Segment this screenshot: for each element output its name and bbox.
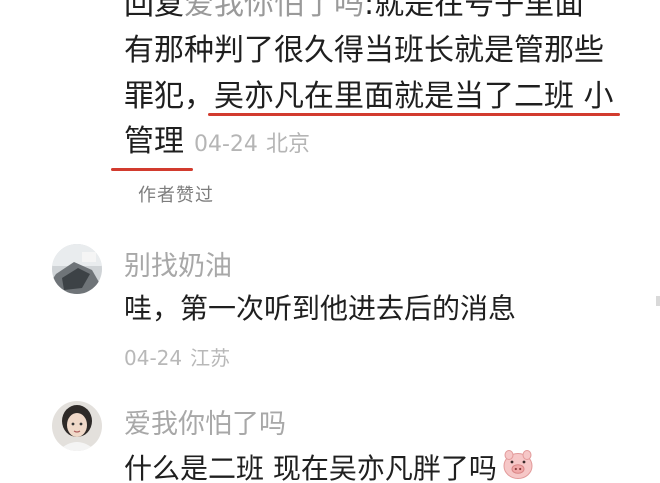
avatar[interactable] <box>52 401 102 451</box>
reply-mention[interactable]: 爱我你怕了吗 <box>184 0 364 22</box>
comment-text-row: 什么是二班 现在吴亦凡胖了吗 <box>124 447 535 483</box>
reply-location: 北京 <box>265 132 310 157</box>
reply-line-1: 回复爱我你怕了吗:就是在号子里面 <box>124 0 644 28</box>
comment-meta: 04-24 江苏 <box>124 342 230 371</box>
pig-face-emoji-icon <box>501 447 535 483</box>
avatar[interactable] <box>52 244 102 294</box>
comment-thread: 回复爱我你怕了吗:就是在号子里面 有那种判了很久得当班长就是管那些 罪犯，吴亦凡… <box>0 0 660 483</box>
comment-username[interactable]: 爱我你怕了吗 <box>124 402 286 441</box>
comment-text: 哇，第一次听到他进去后的消息 <box>124 292 517 325</box>
reply-line-3-prefix: 罪犯， <box>124 79 214 114</box>
reply-meta-line: 管理 04-24 北京 <box>124 122 310 162</box>
reply-line-2: 有那种判了很久得当班长就是管那些 <box>124 33 604 68</box>
comment-text: 什么是二班 现在吴亦凡胖了吗 <box>124 452 497 483</box>
comment-location: 江苏 <box>190 346 231 370</box>
red-underline-annotation <box>208 113 620 116</box>
red-underline-annotation-short <box>111 168 193 171</box>
author-liked-badge: 作者赞过 <box>138 185 214 206</box>
reply-line-4: 管理 <box>124 124 184 159</box>
comment-username[interactable]: 别找奶油 <box>124 244 232 283</box>
scroll-edge-mark <box>656 296 660 306</box>
reply-comment[interactable]: 回复爱我你怕了吗:就是在号子里面 有那种判了很久得当班长就是管那些 罪犯，吴亦凡… <box>124 0 644 120</box>
reply-prefix: 回复 <box>124 0 184 22</box>
comment-date: 04-24 <box>124 346 183 370</box>
reply-line-1-text: :就是在号子里面 <box>364 0 585 22</box>
reply-date: 04-24 <box>194 132 258 157</box>
